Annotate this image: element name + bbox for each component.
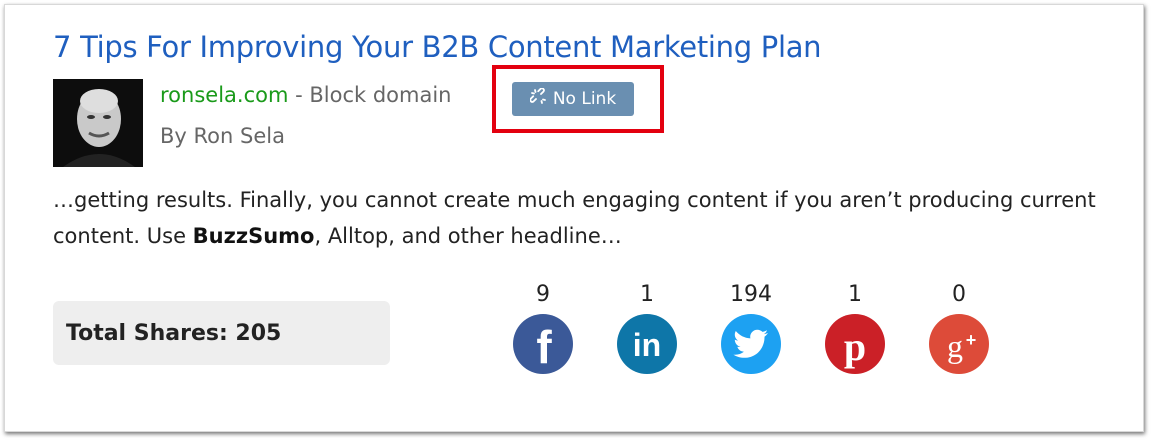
social-twitter: 194 xyxy=(718,282,784,374)
total-shares-box: Total Shares: 205 xyxy=(53,301,390,365)
facebook-icon[interactable]: f xyxy=(513,314,573,374)
pinterest-icon[interactable]: p xyxy=(825,314,885,374)
red-highlight-box xyxy=(492,65,664,133)
social-googleplus: 0 g + xyxy=(926,282,992,374)
linkedin-icon[interactable]: in xyxy=(617,314,677,374)
googleplus-share-count: 0 xyxy=(952,282,966,307)
twitter-icon[interactable] xyxy=(721,314,781,374)
svg-text:f: f xyxy=(536,321,552,373)
snippet-text-after: , Alltop, and other headline… xyxy=(314,224,622,248)
social-facebook: 9 f xyxy=(510,282,576,374)
author-byline: By Ron Sela xyxy=(160,124,285,148)
pinterest-share-count: 1 xyxy=(848,282,862,307)
svg-text:+: + xyxy=(966,330,977,350)
google-plus-icon[interactable]: g + xyxy=(929,314,989,374)
article-title-link[interactable]: 7 Tips For Improving Your B2B Content Ma… xyxy=(53,30,822,64)
article-snippet: …getting results. Finally, you cannot cr… xyxy=(53,182,1113,254)
separator: - xyxy=(288,83,310,107)
snippet-highlight: BuzzSumo xyxy=(192,224,315,248)
svg-text:in: in xyxy=(633,327,661,363)
social-linkedin: 1 in xyxy=(614,282,680,374)
social-pinterest: 1 p xyxy=(822,282,888,374)
total-shares-label: Total Shares: 205 xyxy=(66,320,282,346)
source-line: ronsela.com - Block domain xyxy=(160,83,451,107)
author-avatar xyxy=(53,79,143,167)
domain-link[interactable]: ronsela.com xyxy=(160,83,288,107)
linkedin-share-count: 1 xyxy=(640,282,654,307)
facebook-share-count: 9 xyxy=(536,282,550,307)
block-domain-link[interactable]: Block domain xyxy=(309,83,451,107)
twitter-share-count: 194 xyxy=(730,282,772,307)
svg-text:g: g xyxy=(947,328,963,364)
svg-text:p: p xyxy=(844,324,866,369)
